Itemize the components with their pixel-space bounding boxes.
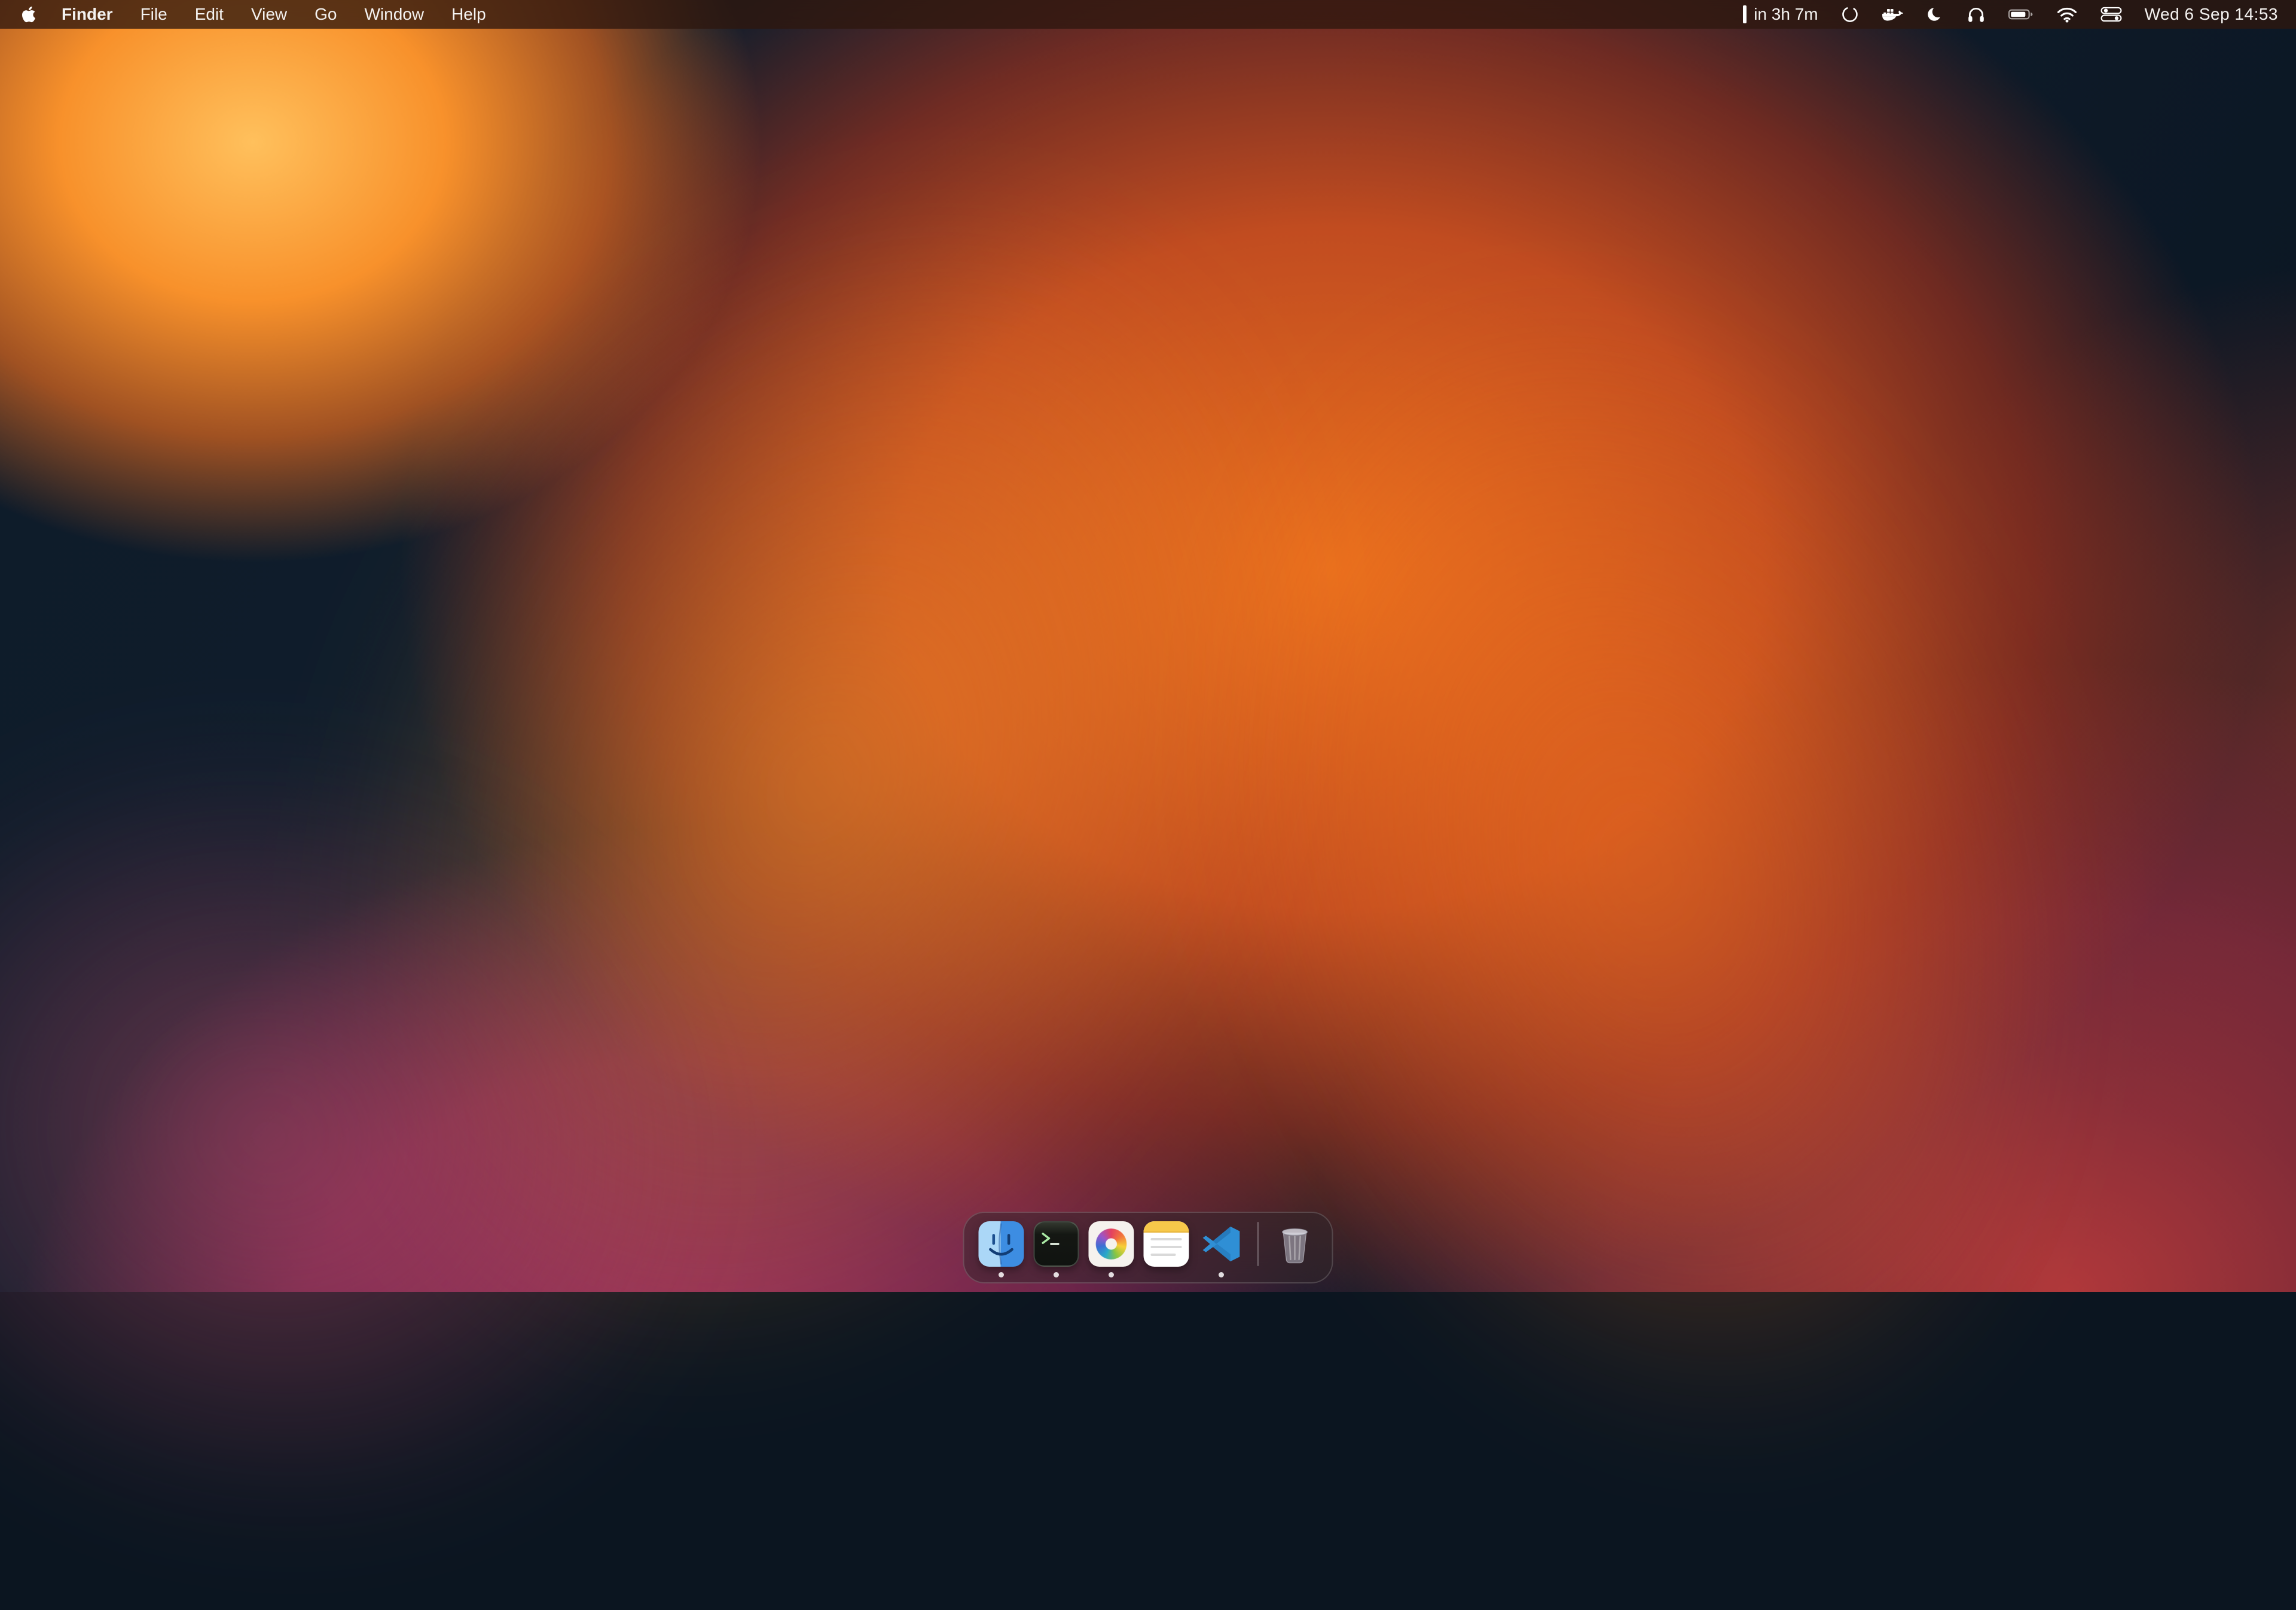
countdown-status[interactable]: in 3h 7m: [1743, 5, 1818, 24]
terminal-icon: [1034, 1221, 1079, 1267]
apple-logo-icon: [22, 5, 36, 23]
menu-file[interactable]: File: [127, 0, 181, 29]
focus-moon-icon[interactable]: [1926, 5, 1944, 23]
photos-icon: [1089, 1221, 1134, 1267]
dock-item-trash[interactable]: [1272, 1221, 1318, 1267]
menu-edit[interactable]: Edit: [181, 0, 237, 29]
headphones-icon[interactable]: [1967, 5, 1986, 24]
dock-item-notes[interactable]: [1144, 1221, 1189, 1267]
menu-extra-bar-icon: [1743, 5, 1747, 23]
menu-help[interactable]: Help: [438, 0, 500, 29]
photos-flower-glyph: [1096, 1228, 1127, 1260]
running-indicator: [1054, 1272, 1059, 1277]
dock: [963, 1212, 1333, 1283]
menu-go[interactable]: Go: [301, 0, 350, 29]
apple-menu[interactable]: [18, 5, 48, 23]
menu-bar-clock[interactable]: Wed 6 Sep 14:53: [2145, 5, 2278, 24]
notes-header-stripe: [1144, 1221, 1189, 1233]
menu-view[interactable]: View: [237, 0, 301, 29]
vscode-icon: [1199, 1221, 1244, 1267]
menu-window[interactable]: Window: [350, 0, 438, 29]
dock-separator: [1257, 1222, 1259, 1266]
dock-item-vscode[interactable]: [1199, 1221, 1244, 1267]
notes-icon: [1144, 1221, 1189, 1267]
wifi-icon[interactable]: [2056, 6, 2078, 23]
menu-bar: Finder File Edit View Go Window Help in …: [0, 0, 2296, 29]
running-indicator: [1219, 1272, 1224, 1277]
finder-icon: [979, 1221, 1024, 1267]
running-indicator: [1109, 1272, 1114, 1277]
desktop-wallpaper: [0, 0, 2296, 1292]
menu-bar-status-area: in 3h 7m: [1743, 5, 2278, 24]
docker-whale-icon[interactable]: [1882, 6, 1903, 23]
control-center-icon[interactable]: [2100, 7, 2122, 22]
trash-icon: [1272, 1221, 1318, 1267]
dock-item-terminal[interactable]: [1034, 1221, 1079, 1267]
dock-item-photos[interactable]: [1089, 1221, 1134, 1267]
countdown-text: in 3h 7m: [1754, 5, 1818, 24]
notes-line: [1151, 1254, 1176, 1256]
notes-line: [1151, 1246, 1182, 1248]
running-indicator: [999, 1272, 1004, 1277]
menu-app-name[interactable]: Finder: [48, 0, 127, 29]
notes-line: [1151, 1238, 1182, 1240]
battery-icon[interactable]: [2008, 8, 2034, 21]
ring-icon[interactable]: [1841, 5, 1859, 23]
dock-item-finder[interactable]: [979, 1221, 1024, 1267]
